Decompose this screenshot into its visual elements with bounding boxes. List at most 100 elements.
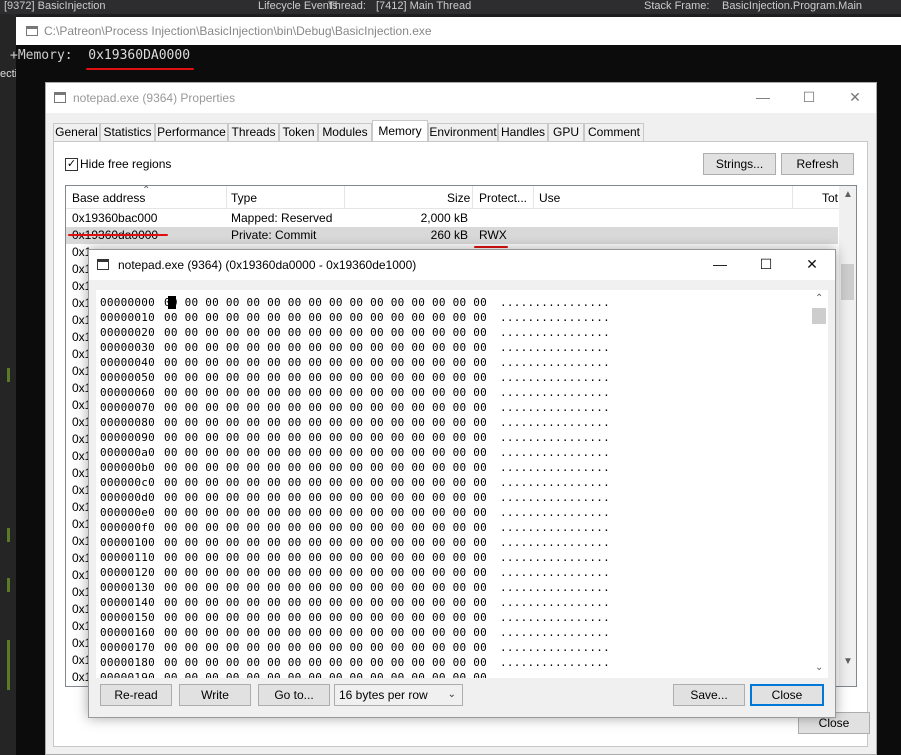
hex-row-bytes[interactable]: 00 00 00 00 00 00 00 00 00 00 00 00 00 0… <box>164 446 487 459</box>
column-total[interactable]: Tot <box>822 191 838 205</box>
tab-environment[interactable]: Environment <box>428 123 498 142</box>
tab-threads[interactable]: Threads <box>228 123 279 142</box>
scroll-up-icon[interactable]: ▲ <box>843 189 853 200</box>
hex-row-bytes[interactable]: 00 00 00 00 00 00 00 00 00 00 00 00 00 0… <box>164 671 487 678</box>
hex-row-bytes[interactable]: 00 00 00 00 00 00 00 00 00 00 00 00 00 0… <box>164 551 487 564</box>
hex-row-ascii[interactable]: ................ <box>500 596 610 609</box>
hex-row-ascii[interactable]: ................ <box>500 641 610 654</box>
scroll-down-icon[interactable]: ▼ <box>843 656 853 667</box>
hex-row-ascii[interactable]: ................ <box>500 461 610 474</box>
hex-row-bytes[interactable]: 00 00 00 00 00 00 00 00 00 00 00 00 00 0… <box>164 566 487 579</box>
hex-row-bytes[interactable]: 00 00 00 00 00 00 00 00 00 00 00 00 00 0… <box>164 596 487 609</box>
hex-view[interactable]: 00000000 00 00 00 00 00 00 00 00 00 00 00… <box>96 290 828 678</box>
hex-row-ascii[interactable]: ................ <box>500 671 610 678</box>
column-protection[interactable]: Protect... <box>479 191 527 205</box>
tab-token[interactable]: Token <box>279 123 318 142</box>
hex-row-bytes[interactable]: 00 00 00 00 00 00 00 00 00 00 00 00 00 0… <box>164 536 487 549</box>
hex-view-scrollbar[interactable]: ⌃ ⌄ <box>810 290 828 678</box>
hex-row-ascii[interactable]: ................ <box>500 476 610 489</box>
scroll-down-icon[interactable]: ⌄ <box>815 662 823 673</box>
hex-row-bytes[interactable]: 00 00 00 00 00 00 00 00 00 00 00 00 00 0… <box>164 371 487 384</box>
refresh-button[interactable]: Refresh <box>781 153 854 175</box>
column-type[interactable]: Type <box>231 191 257 205</box>
hex-row-ascii[interactable]: ................ <box>500 371 610 384</box>
tab-gpu[interactable]: GPU <box>548 123 584 142</box>
hex-row-bytes[interactable]: 00 00 00 00 00 00 00 00 00 00 00 00 00 0… <box>164 416 487 429</box>
hex-row-bytes[interactable]: 00 00 00 00 00 00 00 00 00 00 00 00 00 0… <box>164 476 487 489</box>
hex-row-ascii[interactable]: ................ <box>500 536 610 549</box>
tab-comment[interactable]: Comment <box>584 123 644 142</box>
close-icon[interactable]: ✕ <box>789 250 835 280</box>
close-icon[interactable]: ✕ <box>832 83 878 113</box>
memory-row-selected[interactable]: 0x19360da0000 Private: Commit 260 kB RWX <box>66 227 838 244</box>
maximize-icon[interactable]: ☐ <box>786 83 832 113</box>
hex-row-ascii[interactable]: ................ <box>500 551 610 564</box>
memory-row[interactable]: 0x19360bac000 Mapped: Reserved 2,000 kB <box>66 210 838 227</box>
tab-modules[interactable]: Modules <box>318 123 372 142</box>
hex-row-ascii[interactable]: ................ <box>500 521 610 534</box>
hex-row-bytes[interactable]: 00 00 00 00 00 00 00 00 00 00 00 00 00 0… <box>164 431 487 444</box>
hex-row-ascii[interactable]: ................ <box>500 626 610 639</box>
properties-titlebar[interactable]: notepad.exe (9364) Properties — ☐ ✕ <box>46 83 876 113</box>
strings-button[interactable]: Strings... <box>703 153 776 175</box>
chevron-down-icon: ⌄ <box>447 689 456 700</box>
hex-row-ascii[interactable]: ................ <box>500 431 610 444</box>
hex-row-ascii[interactable]: ................ <box>500 416 610 429</box>
hex-editor-titlebar[interactable]: notepad.exe (9364) (0x19360da0000 - 0x19… <box>89 250 835 280</box>
column-base-address[interactable]: Base address <box>72 191 145 205</box>
hex-row-bytes[interactable]: 00 00 00 00 00 00 00 00 00 00 00 00 00 0… <box>164 656 487 669</box>
tab-memory[interactable]: Memory <box>372 120 428 142</box>
hex-row-ascii[interactable]: ................ <box>500 311 610 324</box>
hex-row-ascii[interactable]: ................ <box>500 386 610 399</box>
hex-row-ascii[interactable]: ................ <box>500 296 610 309</box>
hex-row-bytes[interactable]: 00 00 00 00 00 00 00 00 00 00 00 00 00 0… <box>164 611 487 624</box>
hex-close-button[interactable]: Close <box>750 684 824 706</box>
scroll-up-icon[interactable]: ⌃ <box>815 293 823 304</box>
hex-row-ascii[interactable]: ................ <box>500 506 610 519</box>
hex-row-bytes[interactable]: 00 00 00 00 00 00 00 00 00 00 00 00 00 0… <box>164 461 487 474</box>
tab-general[interactable]: General <box>53 123 100 142</box>
reread-button[interactable]: Re-read <box>100 684 172 706</box>
tab-statistics[interactable]: Statistics <box>100 123 155 142</box>
hex-row-ascii[interactable]: ................ <box>500 356 610 369</box>
hex-row-ascii[interactable]: ................ <box>500 611 610 624</box>
hex-row-bytes[interactable]: 00 00 00 00 00 00 00 00 00 00 00 00 00 0… <box>164 356 487 369</box>
minimize-icon[interactable]: — <box>697 250 743 280</box>
hex-row-ascii[interactable]: ................ <box>500 341 610 354</box>
hex-row-bytes[interactable]: 00 00 00 00 00 00 00 00 00 00 00 00 00 0… <box>164 386 487 399</box>
hex-row-bytes[interactable]: 00 00 00 00 00 00 00 00 00 00 00 00 00 0… <box>164 341 487 354</box>
hex-row-ascii[interactable]: ................ <box>500 656 610 669</box>
hex-row-ascii[interactable]: ................ <box>500 581 610 594</box>
minimize-icon[interactable]: — <box>740 83 786 113</box>
hex-row-bytes[interactable]: 00 00 00 00 00 00 00 00 00 00 00 00 00 0… <box>164 626 487 639</box>
save-button[interactable]: Save... <box>673 684 745 706</box>
tab-performance[interactable]: Performance <box>155 123 228 142</box>
maximize-icon[interactable]: ☐ <box>743 250 789 280</box>
goto-button[interactable]: Go to... <box>258 684 330 706</box>
hex-row-ascii[interactable]: ................ <box>500 326 610 339</box>
column-use[interactable]: Use <box>539 191 560 205</box>
hex-row-bytes[interactable]: 00 00 00 00 00 00 00 00 00 00 00 00 00 0… <box>164 326 487 339</box>
hex-row-ascii[interactable]: ................ <box>500 566 610 579</box>
hex-row-bytes[interactable]: 00 00 00 00 00 00 00 00 00 00 00 00 00 0… <box>164 401 487 414</box>
hex-row-bytes[interactable]: 00 00 00 00 00 00 00 00 00 00 00 00 00 0… <box>164 506 487 519</box>
row-size: 2,000 kB <box>420 211 468 225</box>
scroll-thumb[interactable] <box>812 308 826 324</box>
bytes-per-row-select[interactable]: 16 bytes per row ⌄ <box>334 684 463 706</box>
memory-list-scrollbar[interactable]: ▲ ▼ <box>839 186 856 686</box>
column-size[interactable]: Size <box>447 191 470 205</box>
write-button[interactable]: Write <box>179 684 251 706</box>
hex-row-ascii[interactable]: ................ <box>500 446 610 459</box>
tab-handles[interactable]: Handles <box>498 123 548 142</box>
scroll-thumb[interactable] <box>841 264 854 300</box>
hex-row-bytes[interactable]: 00 00 00 00 00 00 00 00 00 00 00 00 00 0… <box>164 296 487 309</box>
hex-row-bytes[interactable]: 00 00 00 00 00 00 00 00 00 00 00 00 00 0… <box>164 641 487 654</box>
checkmark-icon[interactable]: ✓ <box>65 158 78 171</box>
hex-row-bytes[interactable]: 00 00 00 00 00 00 00 00 00 00 00 00 00 0… <box>164 521 487 534</box>
console-titlebar[interactable]: C:\Patreon\Process Injection\BasicInject… <box>16 17 901 45</box>
hex-row-bytes[interactable]: 00 00 00 00 00 00 00 00 00 00 00 00 00 0… <box>164 491 487 504</box>
hex-row-ascii[interactable]: ................ <box>500 401 610 414</box>
hex-row-bytes[interactable]: 00 00 00 00 00 00 00 00 00 00 00 00 00 0… <box>164 581 487 594</box>
hex-row-ascii[interactable]: ................ <box>500 491 610 504</box>
hex-row-bytes[interactable]: 00 00 00 00 00 00 00 00 00 00 00 00 00 0… <box>164 311 487 324</box>
